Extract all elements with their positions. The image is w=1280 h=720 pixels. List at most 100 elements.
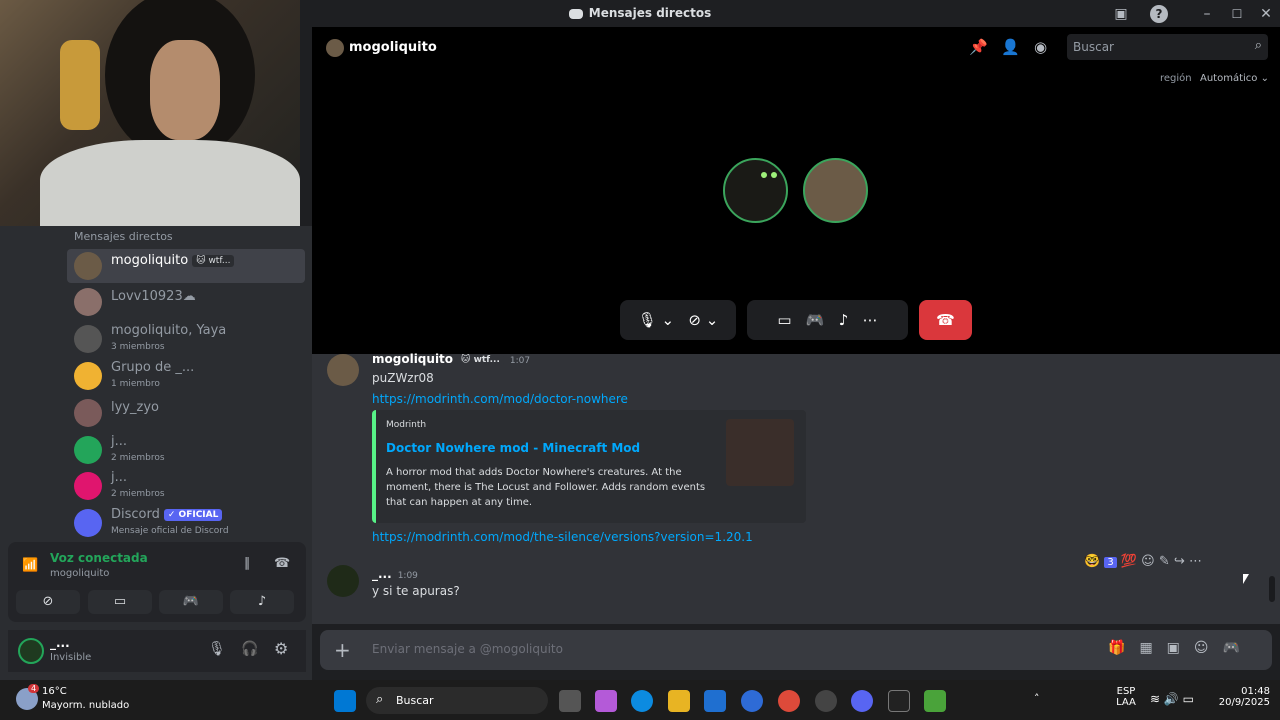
emoji-icon[interactable]: ☺ bbox=[1194, 640, 1223, 656]
soundboard-button[interactable]: ♪ bbox=[230, 590, 294, 614]
forward-icon[interactable]: ↪ bbox=[1174, 554, 1185, 569]
chat-area: mogoliquito 🐱 wtf... 1:07 puZWzr08 https:/… bbox=[312, 352, 1280, 624]
noise-suppression-icon[interactable]: ∥ bbox=[244, 556, 251, 571]
dm-item-discord[interactable]: Discord ✓ OFICIAL Mensaje oficial de Disc… bbox=[67, 506, 305, 540]
region-select[interactable]: Automático ⌄ bbox=[1200, 73, 1269, 84]
embed-description: A horror mod that adds Doctor Nowhere's … bbox=[386, 467, 706, 508]
call-channel-name: mogoliquito bbox=[349, 40, 437, 55]
sync-icon[interactable] bbox=[741, 690, 763, 712]
chrome-icon[interactable] bbox=[778, 690, 800, 712]
participant-avatar[interactable] bbox=[803, 158, 868, 223]
avatar[interactable] bbox=[327, 565, 359, 597]
discord-taskbar-icon[interactable] bbox=[851, 690, 873, 712]
task-view-icon[interactable] bbox=[559, 690, 581, 712]
voice-status: Voz conectada bbox=[50, 551, 148, 565]
official-badge: ✓ OFICIAL bbox=[163, 508, 223, 521]
chat-scrollbar[interactable] bbox=[1269, 576, 1275, 602]
message-text: puZWzr08 bbox=[372, 371, 434, 385]
add-friend-icon[interactable]: 👤 bbox=[1001, 38, 1020, 56]
edit-icon[interactable]: ✎ bbox=[1159, 554, 1170, 569]
close-button[interactable]: ✕ bbox=[1257, 5, 1275, 23]
pin-icon[interactable]: 📌 bbox=[969, 38, 988, 56]
voice-panel: 📶 Voz conectada mogoliquito ∥ ☎ ⊘ ▭ 🎮 ♪ bbox=[8, 542, 306, 622]
mic-control[interactable]: 🎙 ⌄ ⊘ ⌄ bbox=[620, 300, 736, 340]
app-icon[interactable] bbox=[815, 690, 837, 712]
taskbar-search[interactable]: ⌕ Buscar bbox=[366, 687, 548, 714]
message-input[interactable]: Enviar mensaje a @mogoliquito bbox=[372, 642, 563, 656]
activity-button[interactable]: 🎮 bbox=[159, 590, 223, 614]
file-explorer-icon[interactable] bbox=[668, 690, 690, 712]
help-icon[interactable]: ? bbox=[1150, 5, 1168, 23]
dm-item-group-j1[interactable]: j... 2 miembros bbox=[67, 433, 305, 467]
clock[interactable]: 01:48 20/9/2025 bbox=[1210, 686, 1270, 708]
search-input[interactable]: Buscar ⌕ bbox=[1067, 34, 1268, 60]
region-label: región bbox=[1160, 73, 1192, 84]
screen-share-button[interactable]: ▭ bbox=[88, 590, 152, 614]
participant-avatar[interactable] bbox=[723, 158, 788, 223]
dm-item-group-yaya[interactable]: mogoliquito, Yaya 3 miembros bbox=[67, 322, 305, 356]
status-tag: 🐱 wtf... bbox=[192, 254, 235, 267]
more-icon[interactable]: ⋯ bbox=[1189, 554, 1202, 569]
avatar[interactable] bbox=[327, 354, 359, 386]
nerd-emoji-reaction[interactable]: 🤓 bbox=[1084, 554, 1100, 569]
copilot-icon[interactable] bbox=[595, 690, 617, 712]
embed-thumbnail[interactable] bbox=[726, 419, 794, 486]
microphone-icon[interactable]: 🎙 bbox=[208, 641, 226, 657]
start-icon[interactable] bbox=[334, 690, 356, 712]
message-author[interactable]: mogoliquito 🐱 wtf... 1:07 bbox=[372, 352, 530, 366]
signal-icon: 📶 bbox=[22, 558, 39, 573]
minimize-button[interactable]: – bbox=[1198, 5, 1216, 23]
capcut-icon[interactable] bbox=[888, 690, 910, 712]
discord-icon bbox=[74, 509, 102, 537]
message-link[interactable]: https://modrinth.com/mod/doctor-nowhere bbox=[372, 392, 628, 406]
call-area: mogoliquito 📌 👤 ◉ Buscar ⌕ región Automá… bbox=[312, 27, 1280, 354]
game-icon[interactable]: 🎮 bbox=[1223, 640, 1254, 656]
dm-item-lyy-zyo[interactable]: lyy_zyo bbox=[67, 396, 305, 430]
settings-icon[interactable]: ⚙ bbox=[274, 639, 288, 658]
headphones-icon[interactable]: 🎧 bbox=[241, 641, 258, 657]
gift-icon[interactable]: 🎁 bbox=[1108, 640, 1139, 656]
disconnect-icon[interactable]: ☎ bbox=[274, 556, 290, 571]
user-profile-icon[interactable]: ◉ bbox=[1034, 38, 1047, 56]
dm-header: Mensajes directos bbox=[74, 230, 173, 243]
hangup-button[interactable]: ☎ bbox=[919, 300, 972, 340]
maximize-button[interactable]: ☐ bbox=[1228, 5, 1246, 23]
reaction-count[interactable]: 3 bbox=[1104, 557, 1117, 568]
voice-channel[interactable]: mogoliquito bbox=[50, 568, 109, 579]
gif-icon[interactable]: ▦ bbox=[1139, 640, 1166, 656]
username: _... bbox=[50, 636, 70, 650]
search-icon: ⌕ bbox=[1254, 38, 1262, 53]
dm-item-mogoliquito[interactable]: mogoliquito 🐱 wtf... bbox=[67, 249, 305, 283]
message-author[interactable]: _... 1:09 bbox=[372, 567, 418, 581]
edge-icon[interactable] bbox=[631, 690, 653, 712]
mouse-cursor bbox=[1243, 574, 1249, 584]
embed-title[interactable]: Doctor Nowhere mod - Minecraft Mod bbox=[386, 441, 640, 455]
weather-icon[interactable]: 4 bbox=[16, 684, 40, 710]
avatar[interactable] bbox=[18, 638, 44, 664]
avatar bbox=[326, 39, 344, 57]
sticker-icon[interactable]: ▣ bbox=[1167, 640, 1194, 656]
user-status: Invisible bbox=[50, 652, 92, 663]
message-link[interactable]: https://modrinth.com/mod/the-silence/ver… bbox=[372, 530, 753, 544]
store-icon[interactable] bbox=[704, 690, 726, 712]
wifi-icon: ≋ bbox=[1150, 692, 1161, 706]
system-tray[interactable]: ≋ 🔊 ▭ bbox=[1150, 692, 1194, 706]
message-actions: 🤓 3 💯 ☺ ✎ ↪ ⋯ bbox=[1084, 554, 1202, 569]
add-reaction-icon[interactable]: ☺ bbox=[1141, 554, 1155, 569]
language-indicator[interactable]: ESP LAA bbox=[1116, 686, 1136, 708]
dm-item-group-j2[interactable]: j... 2 miembros bbox=[67, 469, 305, 503]
dm-item-grupo[interactable]: Grupo de _... 1 miembro bbox=[67, 359, 305, 393]
activity-controls[interactable]: ▭ 🎮 ♪ ⋯ bbox=[747, 300, 908, 340]
minecraft-icon[interactable] bbox=[924, 690, 946, 712]
chevron-up-icon[interactable]: ˄ bbox=[1034, 692, 1040, 705]
message-input-bar: + Enviar mensaje a @mogoliquito 🎁▦▣☺🎮 bbox=[320, 630, 1272, 670]
embed-provider: Modrinth bbox=[386, 420, 427, 430]
inbox-icon[interactable]: ▣ bbox=[1112, 5, 1130, 23]
dm-item-lovv[interactable]: Lovv10923☁ bbox=[67, 285, 305, 319]
battery-icon: ▭ bbox=[1182, 692, 1195, 706]
hundred-emoji-reaction[interactable]: 💯 bbox=[1121, 554, 1137, 569]
video-off-button[interactable]: ⊘ bbox=[16, 590, 80, 614]
avatar bbox=[74, 399, 102, 427]
add-attachment-icon[interactable]: + bbox=[334, 638, 351, 662]
link-embed: Modrinth Doctor Nowhere mod - Minecraft … bbox=[372, 410, 806, 523]
